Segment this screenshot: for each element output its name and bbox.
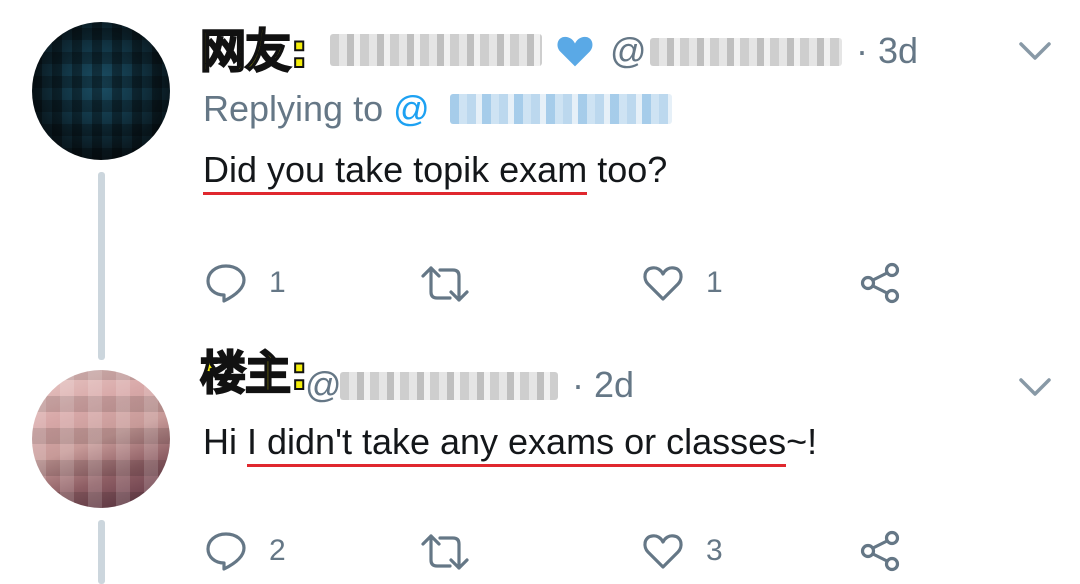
reply-icon — [206, 264, 246, 303]
annotation-tag: 楼主: — [199, 346, 309, 400]
replying-to: Replying to @ — [203, 91, 430, 127]
timestamp[interactable]: · 2d — [572, 367, 634, 403]
reply-button[interactable]: 1 — [205, 263, 286, 303]
like-count: 3 — [706, 534, 723, 567]
share-button[interactable] — [860, 262, 902, 304]
retweet-icon — [421, 534, 469, 570]
thread-line-bottom — [98, 520, 105, 584]
like-icon — [643, 266, 683, 301]
timestamp[interactable]: · 3d — [856, 33, 918, 69]
text-rest: too? — [587, 149, 668, 190]
underlined-text: I didn't take any exams or classes — [247, 421, 787, 467]
tweet-text: Did you take topik exam too? — [203, 149, 668, 195]
share-button[interactable] — [860, 530, 902, 572]
annotation-tag: 网友: — [199, 24, 309, 78]
like-icon — [643, 534, 683, 569]
handle-pixelated[interactable] — [340, 372, 558, 400]
text-rest: ~! — [786, 421, 818, 462]
replying-handle-pixelated[interactable] — [450, 94, 672, 124]
underlined-text: Did you take topik exam — [203, 149, 588, 195]
handle-at[interactable]: @ — [305, 367, 342, 403]
thread-line-top — [98, 172, 105, 360]
reply-icon — [206, 532, 246, 571]
retweet-button[interactable] — [420, 265, 470, 303]
avatar[interactable] — [32, 370, 170, 508]
like-count: 1 — [706, 266, 723, 299]
blue-heart-icon — [557, 36, 593, 67]
avatar[interactable] — [32, 22, 170, 160]
replying-to-label: Replying to — [203, 88, 384, 129]
like-button[interactable]: 3 — [642, 532, 723, 570]
like-button[interactable]: 1 — [642, 264, 723, 302]
reply-count: 1 — [269, 266, 286, 299]
tweet-text: Hi I didn't take any exams or classes~! — [203, 421, 818, 467]
replying-to-handle[interactable]: @ — [393, 88, 430, 129]
chevron-down-icon[interactable] — [1018, 40, 1052, 62]
retweet-button[interactable] — [420, 533, 470, 571]
share-icon — [860, 262, 900, 304]
share-icon — [860, 530, 900, 572]
handle-at[interactable]: @ — [610, 33, 647, 69]
chevron-down-icon[interactable] — [1018, 376, 1052, 398]
handle-pixelated[interactable] — [650, 38, 842, 66]
display-name-pixelated[interactable] — [330, 34, 542, 66]
reply-button[interactable]: 2 — [205, 531, 286, 571]
reply-count: 2 — [269, 534, 286, 567]
text-prefix: Hi — [203, 421, 247, 462]
retweet-icon — [421, 266, 469, 302]
